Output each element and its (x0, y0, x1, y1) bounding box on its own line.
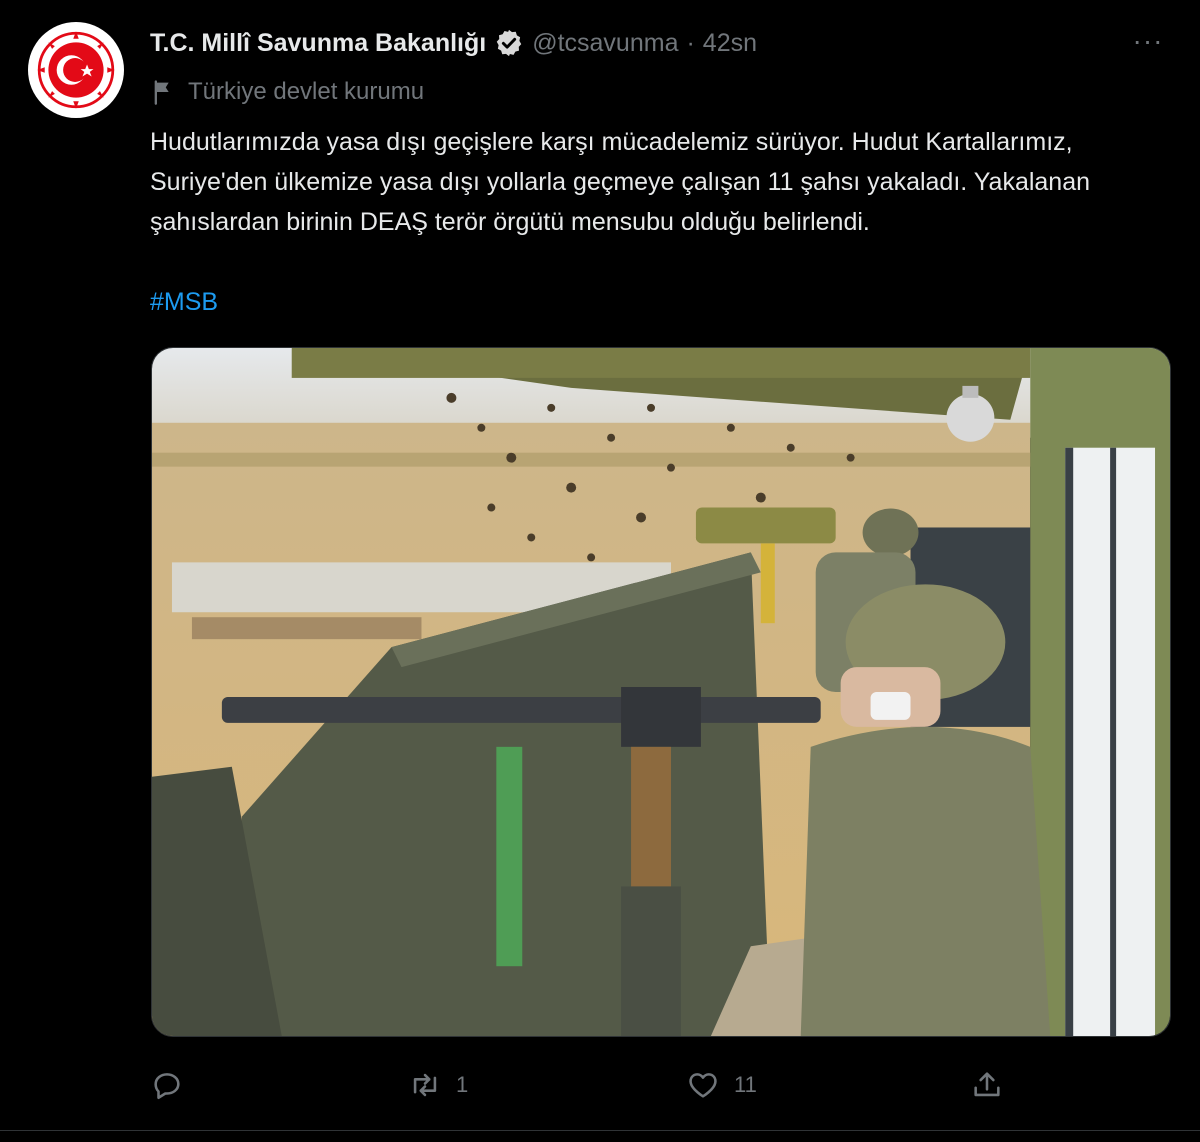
retweet-icon (413, 1073, 437, 1097)
avatar[interactable] (28, 22, 124, 118)
share-button[interactable] (970, 1062, 1018, 1108)
tweet-timestamp[interactable]: 42sn (703, 29, 757, 58)
tweet[interactable]: T.C. Millî Savunma Bakanlığı @tcsavunma … (0, 0, 1200, 1142)
retweet-button[interactable]: 1 (408, 1062, 468, 1108)
hashtag-link[interactable]: #MSB (150, 284, 218, 320)
retweet-count: 1 (456, 1072, 469, 1097)
more-options-button[interactable]: ··· (1128, 26, 1168, 60)
like-button[interactable]: 11 (686, 1062, 757, 1108)
affiliation-label: Türkiye devlet kurumu (150, 76, 424, 108)
reply-icon (154, 1073, 180, 1100)
header-separator: · (686, 28, 695, 57)
verified-badge-icon[interactable] (494, 28, 524, 58)
tweet-body-text: Hudutlarımızda yasa dışı geçişlere karşı… (150, 128, 1091, 236)
heart-icon (689, 1073, 717, 1098)
reply-button[interactable] (150, 1062, 198, 1108)
tweet-actions-bar: 1 11 (150, 1062, 1010, 1108)
more-icon: ··· (1132, 25, 1164, 56)
divider (0, 1130, 1200, 1131)
affiliation-text: Türkiye devlet kurumu (188, 78, 425, 105)
tweet-photo[interactable] (151, 347, 1171, 1037)
author-display-name[interactable]: T.C. Millî Savunma Bakanlığı (150, 29, 486, 58)
photo-soldiers-watchtower (152, 348, 1170, 1036)
flag-icon (154, 80, 169, 105)
tweet-header: T.C. Millî Savunma Bakanlığı @tcsavunma … (150, 26, 757, 60)
share-icon (974, 1072, 1000, 1097)
like-count: 11 (734, 1072, 757, 1097)
author-handle[interactable]: @tcsavunma (532, 29, 678, 58)
crescent-star-emblem-icon (32, 26, 120, 114)
